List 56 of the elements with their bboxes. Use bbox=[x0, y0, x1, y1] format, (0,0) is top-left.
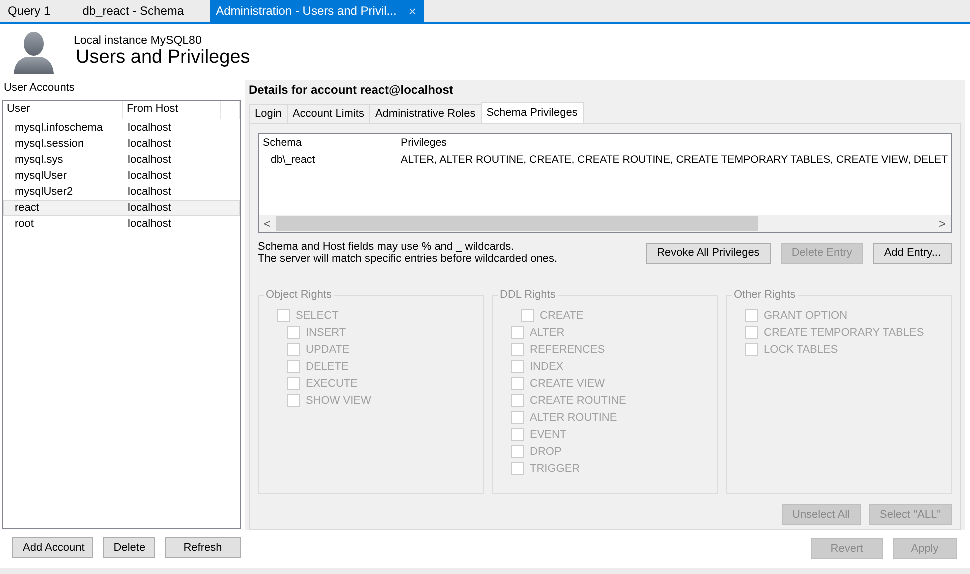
account-row[interactable]: mysql.session localhost bbox=[3, 136, 240, 152]
document-tab[interactable]: Administration - Users and Privil... × bbox=[210, 0, 424, 22]
scrollbar-thumb[interactable] bbox=[276, 216, 758, 231]
column-header[interactable]: From Host bbox=[123, 101, 221, 119]
tab[interactable]: Schema Privileges bbox=[480, 102, 584, 123]
checkbox-label: INSERT bbox=[306, 326, 346, 338]
checkbox-label: DROP bbox=[530, 446, 562, 458]
account-row[interactable]: mysqlUser localhost bbox=[3, 168, 240, 184]
checkbox-label: GRANT OPTION bbox=[764, 310, 848, 322]
details-title: Details for account react@localhost bbox=[249, 82, 454, 99]
checkbox-label: EXECUTE bbox=[306, 378, 358, 390]
group-title: DDL Rights bbox=[499, 289, 557, 301]
entry-button[interactable]: Add Entry... bbox=[873, 242, 952, 264]
account-row[interactable]: mysqlUser2 localhost bbox=[3, 184, 240, 200]
account-row[interactable]: root localhost bbox=[3, 216, 240, 232]
checkbox-label: CREATE VIEW bbox=[530, 378, 605, 390]
checkbox-label: LOCK TABLES bbox=[764, 344, 838, 356]
account-row[interactable]: react localhost bbox=[3, 200, 240, 216]
checkbox-label: ALTER ROUTINE bbox=[530, 412, 618, 424]
hint-text: The server will match specific entries before wildcarded ones. bbox=[258, 253, 559, 265]
checkbox-label: EVENT bbox=[530, 428, 567, 440]
table-cell-text: ALTER, ALTER ROUTINE, CREATE, CREATE ROUTINE, CREATE TEMPORARY TABLES, CREATE VIEW, DELET bbox=[400, 154, 948, 166]
checkbox-label: SHOW VIEW bbox=[306, 394, 372, 406]
connection-name: Local instance MySQL80 bbox=[74, 35, 203, 47]
checkbox-label: UPDATE bbox=[306, 344, 350, 356]
checkbox-label: ALTER bbox=[530, 326, 565, 338]
user-icon bbox=[12, 30, 56, 74]
checkbox-label: INDEX bbox=[530, 360, 564, 372]
page-title: Users and Privileges bbox=[76, 47, 250, 69]
document-tab[interactable]: Query 1 bbox=[2, 0, 59, 22]
column-header[interactable]: Privileges bbox=[397, 136, 447, 148]
close-icon[interactable]: × bbox=[408, 4, 416, 18]
account-button[interactable]: Add Account bbox=[12, 537, 93, 558]
checkbox-label: DELETE bbox=[306, 360, 349, 372]
tab[interactable]: Login bbox=[249, 104, 288, 123]
scroll-left-arrow[interactable]: < bbox=[259, 216, 276, 230]
entry-button[interactable]: Revoke All Privileges bbox=[646, 242, 771, 264]
scroll-right-arrow[interactable]: > bbox=[934, 216, 951, 230]
checkbox-label: CREATE ROUTINE bbox=[530, 394, 626, 406]
checkbox-label: SELECT bbox=[296, 310, 339, 322]
section-label: User Accounts bbox=[3, 81, 76, 96]
table-cell-text: db\_react bbox=[270, 154, 316, 166]
hint-text: Schema and Host fields may use % and _ wildcards. bbox=[258, 241, 516, 253]
column-header[interactable]: Schema bbox=[259, 136, 397, 148]
checkbox-label: CREATE bbox=[540, 310, 584, 322]
account-row[interactable]: mysql.infoschema localhost bbox=[3, 120, 240, 136]
account-row[interactable]: mysql.sys localhost bbox=[3, 152, 240, 168]
checkbox-label: REFERENCES bbox=[530, 344, 606, 356]
group-title: Object Rights bbox=[265, 289, 334, 301]
account-button[interactable]: Delete bbox=[102, 537, 155, 558]
checkbox-label: TRIGGER bbox=[530, 462, 580, 474]
account-button[interactable]: Refresh bbox=[165, 537, 241, 558]
document-tab[interactable]: db_react - Schema bbox=[76, 0, 192, 22]
column-header[interactable]: User bbox=[3, 101, 123, 119]
group-title: Other Rights bbox=[733, 289, 797, 301]
checkbox-label: CREATE TEMPORARY TABLES bbox=[764, 326, 924, 338]
